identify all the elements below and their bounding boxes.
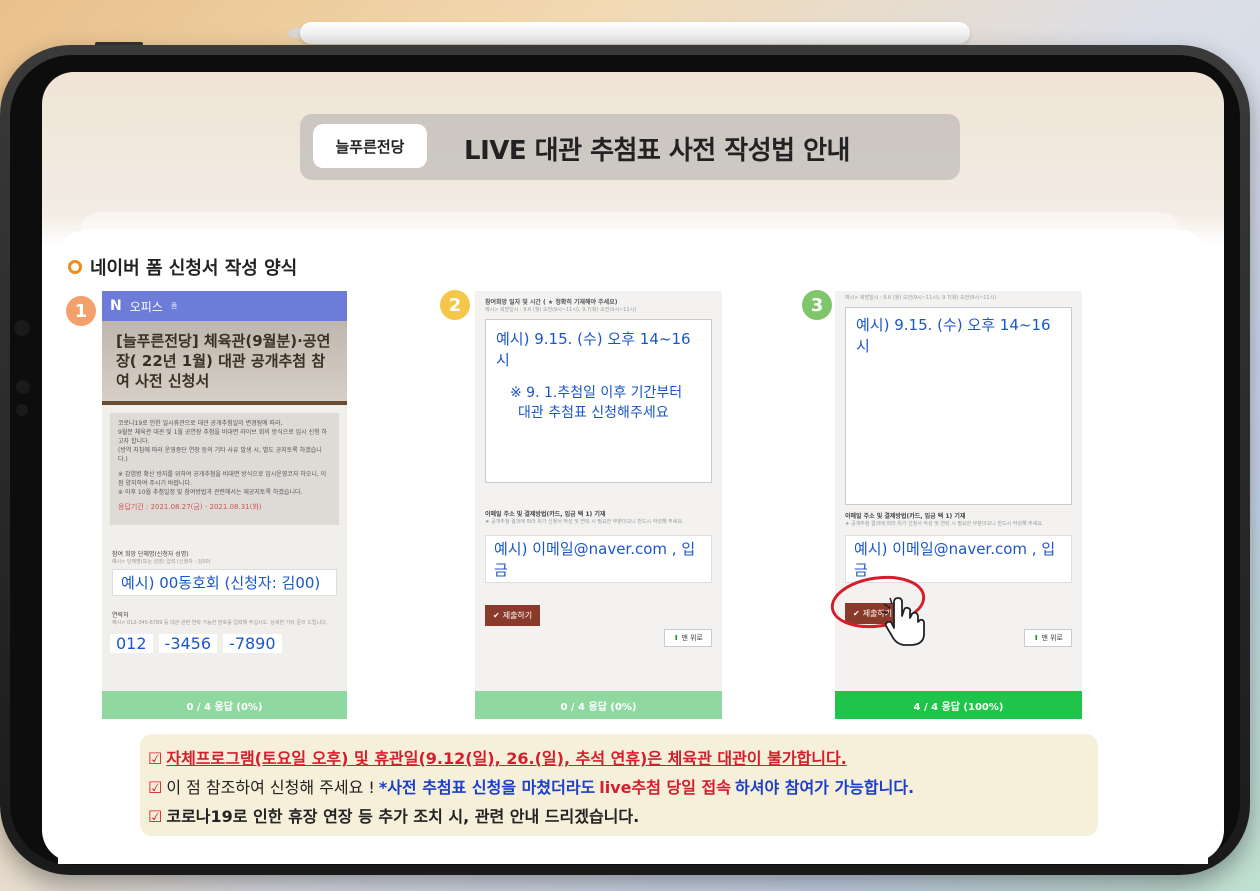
back-to-top-label: 맨 위로 [1041, 634, 1063, 642]
camera-dot [14, 320, 30, 336]
notice-line: 9월분 체육관 대관 및 1월 공연장 추첨을 비대면 라이브 회의 방식으로 … [118, 429, 328, 445]
date-textarea[interactable]: 예시) 9.15. (수) 오후 14~16시 [845, 307, 1072, 505]
brand-logo: 늘푸른전당 [313, 124, 427, 168]
submit-label: 제출하기 [502, 611, 533, 620]
notice-period: 응답기간 : 2021.08.27(금) - 2021.08.31(화) [118, 503, 262, 511]
response-progress: 4 / 4 응답 (100%) [835, 691, 1082, 719]
form-screenshot-3: 예시> 희망일시 : 9.6 (월) 오전(9시~11시), 9.7(화) 오전… [835, 291, 1082, 719]
phone-part[interactable]: -3456 [158, 634, 218, 653]
group-input[interactable]: 예시) 00동호회 (신청자: 김00) [112, 569, 337, 596]
bullet-circle-icon [68, 260, 82, 274]
stylus-pencil [300, 22, 970, 44]
camera-dot [16, 380, 30, 394]
form-notice: 코로나19로 인한 일시휴관으로 대관 공개추첨일이 변경됨에 따라, 9월분 … [110, 413, 339, 525]
notice-text: 코로나19로 인한 휴장 연장 등 추가 조치 시, 관련 안내 드리겠습니다. [166, 807, 640, 826]
response-progress: 0 / 4 응답 (0%) [102, 691, 347, 719]
page-title: LIVE 대관 추첨표 사전 작성법 안내 [464, 136, 850, 166]
notice-text: 이 점 참조하여 신청해 주세요 ! [166, 778, 375, 797]
submit-button[interactable]: ✔ 제출하기 [485, 605, 541, 626]
step-badge: 3 [802, 290, 832, 320]
date-label: 참여희망 일자 및 시간 ( ★ 정확히 기재해야 주세요) [485, 299, 618, 306]
form-screenshot-2: 참여희망 일자 및 시간 ( ★ 정확히 기재해야 주세요) 예시> 희망일시 … [475, 291, 722, 719]
notice-line-1: ☑ 자체프로그램(토요일 오후) 및 휴관일(9.12(일), 26.(일), … [148, 744, 1090, 773]
camera-dot [16, 404, 28, 416]
app-name: 오피스 [129, 299, 163, 314]
notice-text: 자체프로그램(토요일 오후) 및 휴관일(9.12(일), 26.(일), 추석… [166, 749, 847, 768]
phone-input-row: 012 -3456 -7890 [110, 634, 339, 653]
arrow-up-icon: ⬆ [673, 634, 680, 642]
date-hint: 예시> 희망일시 : 9.6 (월) 오전(9시~11시), 9.7(화) 오전… [485, 307, 637, 313]
form-title: [늘푸른전당] 체육관(9월분)·공연장( 22년 1월) 대관 공개추첨 참여… [102, 321, 347, 401]
date-textarea[interactable]: 예시) 9.15. (수) 오후 14~16시 ※ 9. 1.추첨일 이후 기간… [485, 319, 712, 483]
group-hint: 예시> 단체명(또는 성명) 입력 (신청자 : 김00) [112, 559, 211, 565]
note-line: 대관 추첨표 신청해주세요 [518, 405, 669, 421]
arrow-up-icon: ⬆ [1033, 634, 1040, 642]
checkbox-icon: ☑ [148, 778, 163, 797]
back-to-top-label: 맨 위로 [681, 634, 703, 642]
notice-line: 코로나19로 인한 일시휴관으로 대관 공개추첨일이 변경됨에 따라, [118, 420, 283, 427]
naver-logo-icon: N [110, 298, 122, 314]
hand-cursor-icon [881, 597, 925, 646]
date-hint: 예시> 희망일시 : 9.6 (월) 오전(9시~11시), 9.7(화) 오전… [845, 295, 997, 301]
email-input[interactable]: 예시) 이메일@naver.com , 입금 [485, 535, 712, 583]
email-label: 이메일 주소 및 결제방법(카드, 입금 택 1) 기재 [845, 513, 966, 520]
phone-part[interactable]: 012 [110, 634, 153, 653]
notice-line-2: ☑ 이 점 참조하여 신청해 주세요 ! *사전 추첨표 신청을 마쳤더라도 l… [148, 773, 1090, 802]
back-to-top-button[interactable]: ⬆ 맨 위로 [1024, 629, 1072, 647]
checkbox-icon: ☑ [148, 749, 163, 768]
response-progress: 0 / 4 응답 (0%) [475, 691, 722, 719]
app-suffix: 폼 [170, 302, 178, 310]
notice-line: ※ 감염병 확산 방지를 위하여 공개추첨을 비대면 방식으로 임시운영코자 하… [118, 471, 327, 487]
notice-text: *사전 추첨표 신청을 마쳤더라도 [378, 778, 596, 797]
naver-office-bar: N 오피스 폼 [102, 291, 347, 321]
step-badge: 1 [66, 296, 96, 326]
note-line: ※ 9. 1.추첨일 이후 기간부터 [510, 385, 683, 401]
form-screenshot-1: N 오피스 폼 [늘푸른전당] 체육관(9월분)·공연장( 22년 1월) 대관… [102, 291, 347, 719]
notice-line-3: ☑ 코로나19로 인한 휴장 연장 등 추가 조치 시, 관련 안내 드리겠습니… [148, 802, 1090, 831]
section-title: 네이버 폼 신청서 작성 양식 [90, 258, 298, 279]
check-icon: ✔ [493, 611, 500, 620]
phone-label: 연락처 [112, 612, 129, 619]
email-hint: ★ 공개추첨 결과에 따라 위가 신청서 작성 및 연락 시 필요한 부분이오니… [485, 519, 684, 525]
email-hint: ★ 공개추첨 결과에 따라 위가 신청서 작성 및 연락 시 필요한 부분이오니… [845, 521, 1044, 527]
phone-part[interactable]: -7890 [223, 634, 282, 653]
group-label: 참여 희망 단체명(신청자 성명) [112, 551, 189, 558]
notice-box: ☑ 자체프로그램(토요일 오후) 및 휴관일(9.12(일), 26.(일), … [140, 734, 1098, 836]
notice-text: live추첨 당일 접속 [599, 778, 731, 797]
example-time: 예시) 9.15. (수) 오후 14~16시 [496, 330, 691, 369]
divider [102, 401, 347, 405]
checkbox-icon: ☑ [148, 807, 163, 826]
notice-text: 하셔야 참여가 가능합니다. [735, 778, 915, 797]
back-to-top-button[interactable]: ⬆ 맨 위로 [664, 629, 712, 647]
notice-line: (방역 지침에 따라 운영중단 연장 등의 기타 사유 발생 시, 별도 공지토… [118, 447, 322, 463]
section-heading: 네이버 폼 신청서 작성 양식 [68, 254, 297, 280]
step-badge: 2 [440, 290, 470, 320]
email-label: 이메일 주소 및 결제방법(카드, 입금 택 1) 기재 [485, 511, 606, 518]
phone-hint: 예시> 012-345-6789 등 대관 관련 연락 가능한 번호를 입력해 … [112, 620, 328, 626]
example-time: 예시) 9.15. (수) 오후 14~16시 [856, 316, 1051, 355]
notice-line: ※ 이후 10월 추첨일정 및 참여방법과 관련해서는 재공지토록 하겠습니다. [118, 489, 303, 496]
